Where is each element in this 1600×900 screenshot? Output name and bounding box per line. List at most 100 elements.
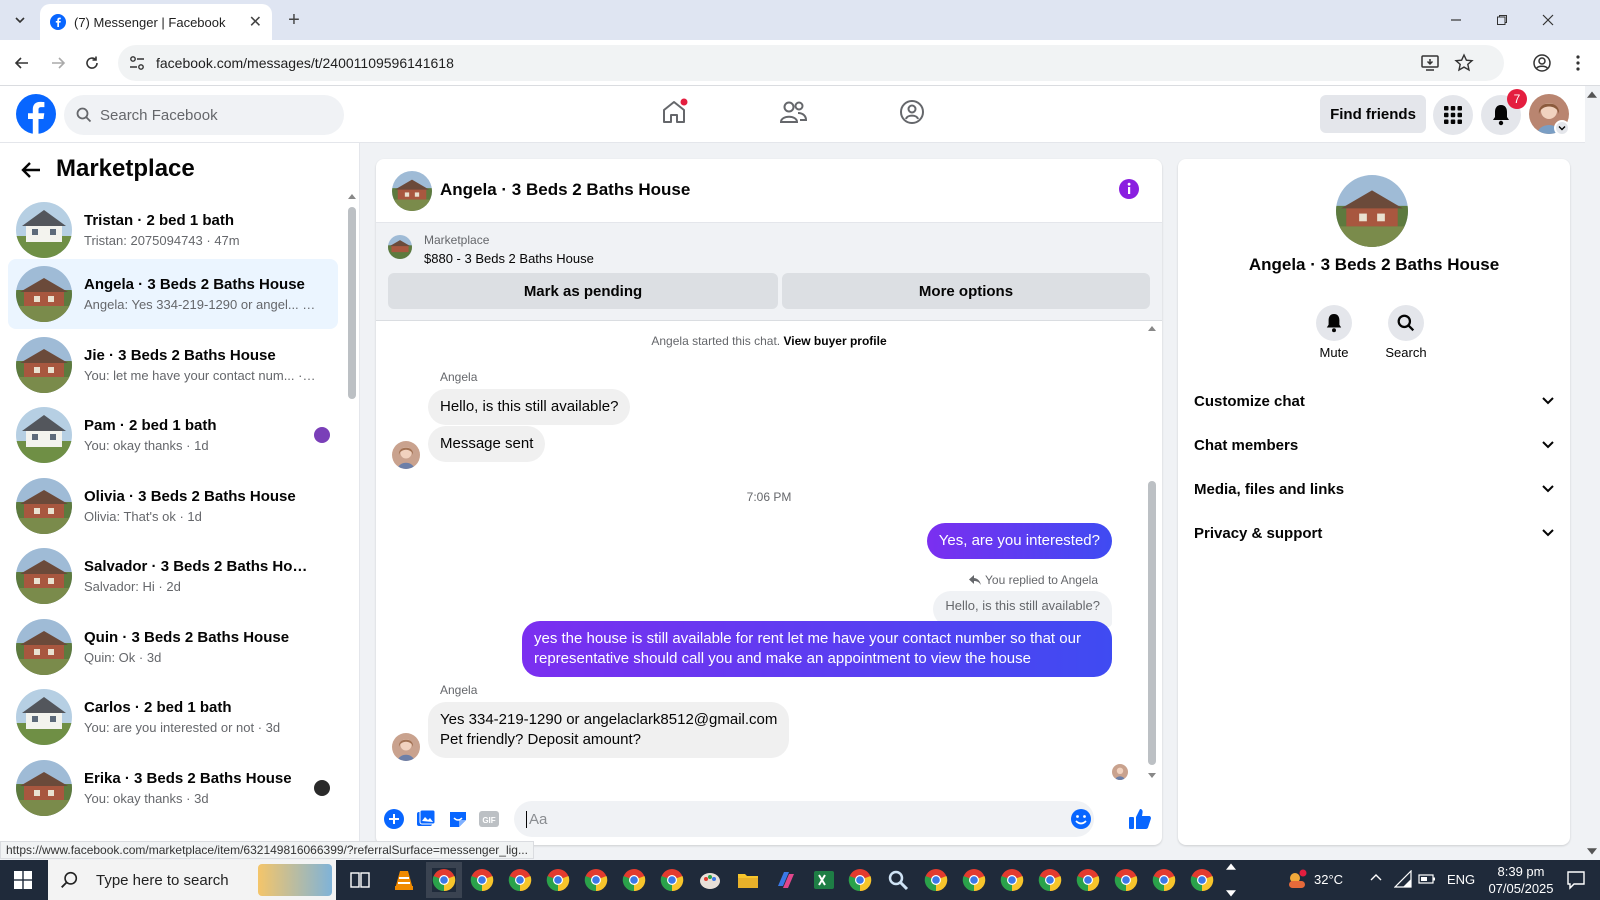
thumbs-up-icon[interactable] [1128, 807, 1152, 831]
page-scroll-down-icon[interactable] [1587, 848, 1597, 856]
conversation-item[interactable]: Quin · 3 Beds 2 Baths House Quin: Ok · 3d [8, 612, 338, 682]
taskbar-magnifier-icon[interactable] [886, 868, 910, 892]
conversation-item[interactable]: Angela · 3 Beds 2 Baths House Angela: Yes… [8, 259, 338, 329]
facebook-logo-icon[interactable] [16, 94, 56, 134]
friends-nav-icon[interactable] [778, 98, 808, 126]
profile-icon[interactable] [1530, 51, 1554, 75]
sticker-icon[interactable] [448, 809, 468, 829]
search-label[interactable]: Search [1376, 345, 1436, 360]
taskbar-chrome-icon[interactable] [1076, 868, 1100, 892]
minimize-icon[interactable] [1444, 8, 1468, 32]
taskbar-paint-icon[interactable] [698, 868, 722, 892]
sender-avatar[interactable] [392, 733, 420, 761]
taskbar-search-box[interactable]: Type here to search [48, 860, 336, 900]
taskbar-chrome-icon[interactable] [508, 868, 532, 892]
emoji-icon[interactable] [1070, 808, 1092, 830]
taskbar-excel-icon[interactable] [812, 868, 836, 892]
mark-as-pending-button[interactable]: Mark as pending [388, 273, 778, 309]
taskbar-chrome-icon[interactable] [1114, 868, 1138, 892]
view-buyer-profile-link[interactable]: View buyer profile [783, 334, 886, 348]
conversation-item[interactable]: Jie · 3 Beds 2 Baths House You: let me ha… [8, 330, 338, 400]
conversation-item[interactable]: Olivia · 3 Beds 2 Baths House Olivia: Tha… [8, 471, 338, 541]
home-nav-icon[interactable] [660, 98, 688, 126]
weather-icon[interactable] [1286, 869, 1308, 891]
groups-nav-icon[interactable] [898, 98, 926, 126]
new-tab-icon[interactable]: + [282, 8, 306, 32]
restore-icon[interactable] [1490, 8, 1514, 32]
taskbar-chrome-icon[interactable] [1190, 868, 1214, 892]
install-app-icon[interactable] [1420, 53, 1440, 73]
notifications-center-icon[interactable] [1566, 870, 1586, 890]
taskbar-chrome-icon[interactable] [962, 868, 986, 892]
chat-scrollbar-thumb[interactable] [1148, 481, 1156, 765]
message-input[interactable]: Aa [514, 801, 1094, 837]
plus-circle-icon[interactable] [384, 809, 404, 829]
find-friends-button[interactable]: Find friends [1320, 95, 1426, 133]
incoming-message[interactable]: Hello, is this still available? [428, 389, 631, 425]
back-arrow-icon[interactable] [20, 159, 42, 181]
privacy-support-row[interactable]: Privacy & support [1194, 513, 1554, 553]
account-chevron-icon[interactable] [1554, 120, 1570, 136]
customize-chat-row[interactable]: Customize chat [1194, 381, 1554, 421]
search-icon[interactable] [1388, 305, 1424, 341]
chat-title[interactable]: Angela · 3 Beds 2 Baths House [440, 180, 690, 200]
taskbar-chrome-icon[interactable] [1038, 868, 1062, 892]
windows-start-icon[interactable] [14, 871, 32, 889]
conversation-item[interactable]: Salvador · 3 Beds 2 Baths House Salvador:… [8, 541, 338, 611]
browser-tab[interactable]: (7) Messenger | Facebook ✕ [40, 4, 272, 40]
weather-temp[interactable]: 32°C [1314, 872, 1343, 887]
outgoing-message[interactable]: yes the house is still available for ren… [522, 621, 1112, 677]
scroll-down-arrow-icon[interactable] [1148, 773, 1156, 779]
taskbar-chrome-icon[interactable] [1152, 868, 1176, 892]
details-avatar[interactable] [1336, 175, 1408, 247]
scroll-up-arrow-icon[interactable] [1148, 325, 1156, 331]
address-bar[interactable]: facebook.com/messages/t/2400110959614161… [118, 45, 1504, 81]
conversation-item[interactable]: Carlos · 2 bed 1 bath You: are you intere… [8, 682, 338, 752]
taskbar-chrome-icon[interactable] [584, 868, 608, 892]
taskbar-chrome-icon[interactable] [848, 868, 872, 892]
taskbar-chrome-icon[interactable] [432, 868, 456, 892]
chat-members-row[interactable]: Chat members [1194, 425, 1554, 465]
listing-thumbnail[interactable] [388, 235, 412, 259]
scroll-up-arrow-icon[interactable] [348, 193, 356, 199]
conversation-item[interactable]: Tristan · 2 bed 1 bath Tristan: 207509474… [8, 195, 338, 265]
facebook-search-input[interactable]: Search Facebook [64, 95, 344, 135]
page-scroll-up-icon[interactable] [1587, 90, 1597, 98]
conversation-item[interactable]: Pam · 2 bed 1 bath You: okay thanks · 1d [8, 400, 338, 470]
outgoing-message[interactable]: Yes, are you interested? [926, 523, 1112, 559]
tab-search-chevron-icon[interactable] [8, 8, 32, 32]
photo-icon[interactable] [416, 809, 436, 829]
taskbar-clock[interactable]: 8:39 pm 07/05/2025 [1486, 863, 1556, 897]
menu-grid-icon[interactable] [1433, 95, 1473, 135]
battery-icon[interactable] [1418, 872, 1436, 886]
back-arrow-icon[interactable] [10, 51, 34, 75]
more-options-button[interactable]: More options [782, 273, 1150, 309]
sender-avatar[interactable] [392, 441, 420, 469]
browser-menu-icon[interactable] [1566, 51, 1590, 75]
taskbar-chrome-icon[interactable] [470, 868, 494, 892]
forward-arrow-icon[interactable] [46, 51, 70, 75]
media-files-links-row[interactable]: Media, files and links [1194, 469, 1554, 509]
task-view-icon[interactable] [350, 870, 370, 890]
gif-icon[interactable]: GIF [478, 809, 500, 829]
chat-avatar[interactable] [392, 171, 432, 211]
close-window-icon[interactable] [1536, 8, 1560, 32]
bookmark-star-icon[interactable] [1454, 53, 1474, 73]
taskbar-chrome-icon[interactable] [660, 868, 684, 892]
mute-label[interactable]: Mute [1304, 345, 1364, 360]
input-language[interactable]: ENG [1447, 872, 1475, 887]
reload-icon[interactable] [80, 51, 104, 75]
taskbar-copilot-icon[interactable] [774, 868, 798, 892]
taskbar-chrome-icon[interactable] [924, 868, 948, 892]
taskbar-chrome-icon[interactable] [622, 868, 646, 892]
site-info-icon[interactable] [128, 54, 146, 72]
incoming-message[interactable]: Message sent [428, 426, 546, 462]
network-icon[interactable] [1394, 870, 1412, 888]
vlc-icon[interactable] [392, 868, 416, 892]
info-icon[interactable] [1118, 178, 1140, 200]
close-tab-icon[interactable]: ✕ [249, 12, 262, 32]
taskbar-file-explorer-icon[interactable] [736, 868, 760, 892]
taskbar-chrome-icon[interactable] [1000, 868, 1024, 892]
taskbar-chrome-icon[interactable] [546, 868, 570, 892]
tray-scroll-down-icon[interactable] [1226, 890, 1236, 898]
